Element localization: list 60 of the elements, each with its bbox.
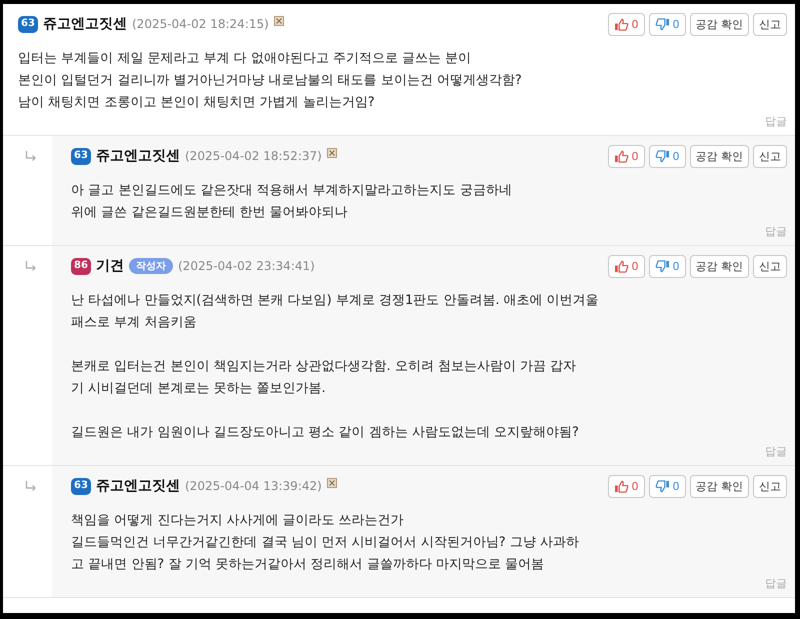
comment-date: (2025-04-02 18:52:37) xyxy=(185,149,322,163)
reply-arrow-icon xyxy=(25,261,37,271)
delete-icon[interactable] xyxy=(326,148,337,158)
level-badge: 63 xyxy=(71,478,91,494)
dislike-button[interactable]: 0 xyxy=(648,144,686,168)
reply-link[interactable]: 답글 xyxy=(765,224,787,239)
delete-icon[interactable] xyxy=(326,478,337,488)
comment-date: (2025-04-04 13:39:42) xyxy=(185,479,322,493)
author-name: 기견 xyxy=(96,257,124,275)
empathy-button[interactable]: 공감 확인 xyxy=(690,254,749,278)
thumbs-up-icon xyxy=(614,260,628,272)
thumbs-down-icon xyxy=(654,150,670,162)
report-button[interactable]: 신고 xyxy=(753,12,787,36)
report-button[interactable]: 신고 xyxy=(753,474,787,498)
reply-link[interactable]: 답글 xyxy=(765,444,787,459)
dislike-button[interactable]: 0 xyxy=(648,12,686,36)
report-button[interactable]: 신고 xyxy=(753,254,787,278)
like-button[interactable]: 0 xyxy=(608,254,644,278)
delete-icon[interactable] xyxy=(274,16,284,26)
reply-arrow-icon xyxy=(25,481,37,491)
comment-text: 위에 글쓴 같은길드원분한테 한번 물어봐야되나 xyxy=(71,204,349,222)
thumbs-up-icon xyxy=(614,150,628,162)
comment-text: 남이 채팅치면 조롱이고 본인이 채팅치면 가볍게 놀리는거임? xyxy=(18,94,376,112)
comment-text: 아 글고 본인길드에도 같은잣대 적용해서 부계하지말라고하는지도 궁금하네 xyxy=(71,182,513,200)
comment-text: 길드들먹인건 너무간거같긴한데 결국 님이 먼저 시비걸어서 시작된거아님? 그냥 사과하 xyxy=(71,534,580,552)
author-badge: 작성자 xyxy=(129,258,173,274)
author-name: 쥬고엔고짓센 xyxy=(96,477,180,495)
dislike-button[interactable]: 0 xyxy=(648,254,686,278)
comment-text: 기 시비걸던데 본계로는 못하는 쫄보인가봄. xyxy=(71,380,327,398)
comment-text: 본캐로 입터는건 본인이 책임지는거라 상관없다생각함. 오히려 첨보는사람이 가끔 갑자 xyxy=(71,358,578,376)
level-badge: 63 xyxy=(71,148,91,164)
thumbs-down-icon xyxy=(654,480,670,492)
like-button[interactable]: 0 xyxy=(608,144,644,168)
thumbs-down-icon xyxy=(654,260,670,272)
comment-text: 본인이 입털던거 걸리니까 별거아닌거마냥 내로남불의 태도를 보이는건 어떻게생각함? xyxy=(18,72,523,90)
comment-text: 패스로 부계 처음키움 xyxy=(71,314,198,332)
reply-arrow-icon xyxy=(25,151,37,161)
comment-text: 책임을 어떻게 진다는거지 사사게에 글이라도 쓰라는건가 xyxy=(71,512,405,530)
level-badge: 63 xyxy=(18,16,38,32)
level-badge: 86 xyxy=(71,258,91,274)
comment-date: (2025-04-02 23:34:41) xyxy=(178,259,315,273)
empathy-button[interactable]: 공감 확인 xyxy=(690,474,749,498)
empathy-button[interactable]: 공감 확인 xyxy=(690,12,749,36)
comment-text: 고 끝내면 안됨? 잘 기억 못하는거같아서 정리해서 글쓸까하다 마지막으로 물어봄 xyxy=(71,556,546,574)
dislike-button[interactable]: 0 xyxy=(648,474,686,498)
comment-text: 길드원은 내가 임원이나 길드장도아니고 평소 같이 겜하는 사람도없는데 오지랖해야됨? xyxy=(71,424,580,442)
reply-link[interactable]: 답글 xyxy=(765,576,787,591)
comment-text: 난 타섭에나 만들었지(검색하면 본캐 다보임) 부계로 경쟁1판도 안돌려봄. 애초에 이번겨울 xyxy=(71,292,600,310)
like-button[interactable]: 0 xyxy=(608,12,644,36)
empathy-button[interactable]: 공감 확인 xyxy=(690,144,749,168)
reply-link[interactable]: 답글 xyxy=(765,114,787,129)
author-name: 쥬고엔고짓센 xyxy=(96,147,180,165)
like-button[interactable]: 0 xyxy=(608,474,644,498)
thumbs-up-icon xyxy=(614,18,628,30)
comment-date: (2025-04-02 18:24:15) xyxy=(132,17,269,31)
comment-text: 입터는 부계들이 제일 문제라고 부계 다 없애야된다고 주기적으로 글쓰는 분이 xyxy=(18,50,472,68)
author-name: 쥬고엔고짓센 xyxy=(43,15,127,33)
thumbs-up-icon xyxy=(614,480,628,492)
report-button[interactable]: 신고 xyxy=(753,144,787,168)
thumbs-down-icon xyxy=(654,18,670,30)
